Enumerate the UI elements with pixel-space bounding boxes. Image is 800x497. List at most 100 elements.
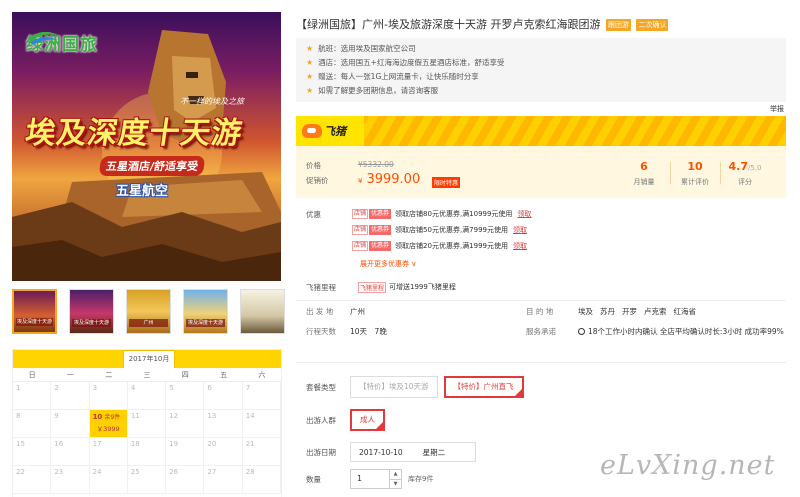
- report-link[interactable]: 举报: [770, 104, 784, 114]
- destination-item: 开罗: [622, 307, 637, 316]
- travel-date-picker[interactable]: 2017-10-10 星期二: [350, 442, 476, 462]
- star-icon: ★: [306, 44, 314, 53]
- thumbnail-strip: 埃及深度十天游 埃及深度十天游 广州 埃及深度十天游: [12, 289, 285, 334]
- decrement-icon[interactable]: ▼: [390, 479, 401, 489]
- calendar-day: 8: [13, 410, 52, 438]
- fliggy-stripe: [364, 116, 786, 146]
- fliggy-logo[interactable]: 飞猪: [296, 116, 364, 146]
- calendar-day: 28: [242, 466, 281, 494]
- package-type-row: 套餐类型 【特价】埃及10天游 【特价】广州直飞: [296, 376, 786, 398]
- destination-item: 苏丹: [600, 307, 615, 316]
- mileage-row: 飞猪里程 飞猪里程 可增送1999飞猪里程: [296, 280, 786, 294]
- calendar-day: 18: [127, 438, 167, 466]
- calendar-weekday: 四: [166, 368, 205, 382]
- quantity-input[interactable]: 1: [350, 469, 390, 489]
- increment-icon[interactable]: ▲: [390, 470, 401, 479]
- calendar-day: 11: [127, 410, 167, 438]
- star-icon: ★: [306, 86, 314, 95]
- clock-icon: [578, 328, 585, 335]
- promise-value: 18个工作小时内确认 全店平均确认时长:3小时 成功率99%: [578, 326, 786, 337]
- days-value: 10天 7晚: [350, 327, 387, 336]
- calendar-weekday: 二: [89, 368, 128, 382]
- coupon-tag: 优惠券: [369, 225, 392, 235]
- claim-coupon-link[interactable]: 领取: [517, 209, 531, 219]
- currency-symbol: ¥: [358, 177, 363, 185]
- calendar-day: 15: [13, 438, 52, 466]
- stat-divider: [670, 162, 671, 184]
- departure-calendar: 2017年10月 日 一 二 三 四 五 六 1 2 3 4 5 6 7 8 9…: [12, 349, 282, 497]
- rating-max: /5.0: [748, 164, 762, 172]
- calendar-day: 16: [51, 438, 90, 466]
- review-count-stat[interactable]: 10 累计评价: [674, 160, 716, 187]
- mileage-text: 可增送1999飞猪里程: [389, 283, 456, 291]
- product-title-text: 【绿洲国旅】广州-埃及旅游深度十天游 开罗卢克索红海跟团游: [296, 18, 601, 31]
- depart-label: 出 发 地: [306, 307, 334, 316]
- calendar-day: 14: [242, 410, 281, 438]
- promo-price-label: 促销价: [306, 176, 329, 185]
- thumbnail-5[interactable]: [240, 289, 285, 334]
- stat-value: 6: [640, 160, 648, 173]
- coupon-text: 领取店铺50元优惠券,满7999元使用: [395, 226, 508, 234]
- main-product-image[interactable]: 绿洲国旅 不一样的埃及之旅 埃及深度十天游 五星酒店/舒适享受 五星航空: [12, 12, 281, 281]
- promise-text: 18个工作小时内确认 全店平均确认时长:3小时 成功率99%: [588, 327, 784, 336]
- thumbnail-2[interactable]: 埃及深度十天游: [69, 289, 114, 334]
- claim-coupon-link[interactable]: 领取: [513, 241, 527, 251]
- thumbnail-4[interactable]: 埃及深度十天游: [183, 289, 228, 334]
- calendar-day: 23: [51, 466, 90, 494]
- mileage-label: 飞猪里程: [306, 282, 336, 292]
- rating-value: 4.7: [728, 160, 749, 173]
- shop-tag: 店铺: [352, 209, 369, 219]
- quantity-stepper: 1 ▲ ▼: [350, 469, 402, 489]
- claim-coupon-link[interactable]: 领取: [513, 225, 527, 235]
- thumbnail-label: 埃及深度十天游: [72, 319, 111, 327]
- calendar-month-tab[interactable]: 2017年10月: [123, 350, 175, 368]
- price-label: 价格: [306, 161, 321, 170]
- calendar-day: 22: [13, 466, 52, 494]
- feature-item: ★ 航班：选用埃及国家航空公司: [306, 42, 786, 56]
- feature-highlights: ★ 航班：选用埃及国家航空公司 ★ 酒店：选用国五+红海海边度假五星酒店标准，舒适享…: [296, 38, 786, 102]
- expand-more-coupons-link[interactable]: 展开更多优惠券 ∨: [360, 259, 416, 269]
- package-option-guangzhou-direct[interactable]: 【特价】广州直飞: [443, 376, 524, 398]
- feature-text: 如需了解更多团期信息，请咨询客服: [318, 86, 439, 95]
- coupon-tag: 优惠券: [369, 241, 392, 251]
- original-price: ¥5332.00: [358, 160, 394, 169]
- calendar-day: 21: [242, 438, 281, 466]
- calendar-day: 19: [166, 438, 205, 466]
- quantity-label: 数量: [306, 474, 321, 484]
- days-label: 行程天数: [306, 327, 336, 336]
- info-row: 行程天数 10天 7晚 服务承诺 18个工作小时内确认 全店平均确认时长:3小时…: [296, 326, 786, 346]
- coupon-label: 优惠: [306, 209, 321, 219]
- coupon-section: 优惠 店铺 优惠券 领取店铺80元优惠券,满10999元使用 领取 店铺 优惠券 领…: [296, 206, 786, 254]
- thumbnail-label: 埃及深度十天游: [16, 318, 53, 326]
- calendar-day: 27: [204, 466, 243, 494]
- thumbnail-3[interactable]: 广州: [126, 289, 171, 334]
- thumbnail-1[interactable]: 埃及深度十天游: [12, 289, 57, 334]
- fliggy-banner: 飞猪: [296, 116, 786, 146]
- stat-label: 评分: [738, 178, 752, 186]
- calendar-day: 7: [242, 382, 281, 410]
- calendar-day-selected[interactable]: 10 余9件 ￥3999: [89, 410, 128, 438]
- trip-info: 出 发 地 广州 目 的 地 埃及 苏丹 开罗 卢克索 红海省 行程天数 10天 7晚 …: [296, 306, 786, 346]
- calendar-header: 2017年10月: [13, 350, 281, 368]
- promo-price-value: 3999.00: [366, 172, 421, 187]
- travel-date-label: 出游日期: [306, 447, 336, 457]
- calendar-day: 25: [127, 466, 167, 494]
- traveler-option-adult[interactable]: 成人: [350, 409, 385, 431]
- feature-text: 航班：选用埃及国家航空公司: [318, 44, 416, 53]
- selected-day-number: 10: [92, 413, 103, 421]
- calendar-day: 24: [89, 466, 128, 494]
- promise-label: 服务承诺: [526, 327, 556, 336]
- calendar-day: 20: [204, 438, 243, 466]
- shop-tag: 店铺: [352, 225, 369, 235]
- divider: [296, 362, 786, 363]
- coupon-tag: 优惠券: [369, 209, 392, 219]
- depart-value: 广州: [350, 307, 365, 316]
- divider: [296, 300, 786, 301]
- destination-list: 埃及 苏丹 开罗 卢克索 红海省: [578, 306, 786, 317]
- confirm-tag: 二次确认: [636, 19, 669, 31]
- coupon-text: 领取店铺20元优惠券,满1999元使用: [395, 242, 508, 250]
- watermark: eLvXing.net: [600, 450, 776, 481]
- coupon-text: 领取店铺80元优惠券,满10999元使用: [395, 210, 513, 218]
- package-option-egypt-10day[interactable]: 【特价】埃及10天游: [350, 376, 438, 398]
- calendar-weekday: 五: [204, 368, 243, 382]
